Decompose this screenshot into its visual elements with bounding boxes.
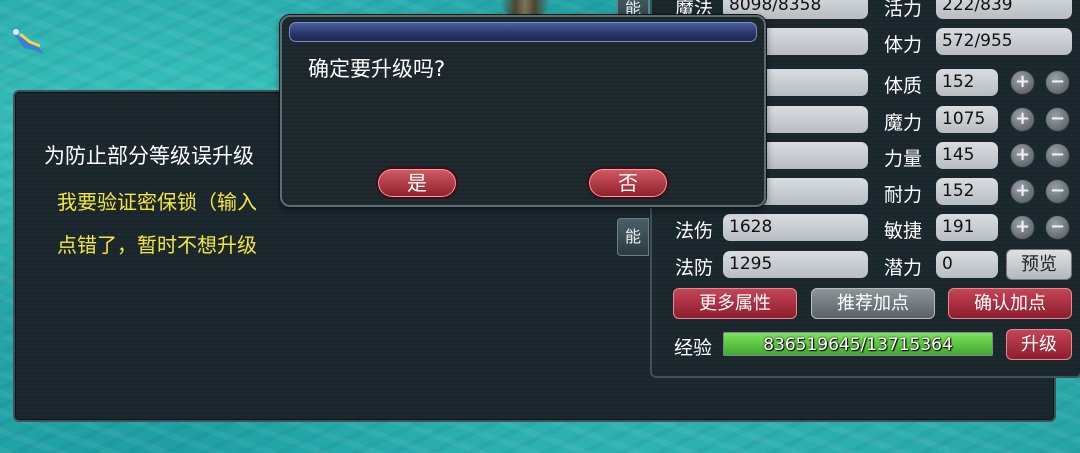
attr-label-vitality: 活力: [884, 0, 923, 20]
strength-plus-button[interactable]: +: [1010, 143, 1035, 168]
option-cancel-upgrade[interactable]: 点错了，暂时不想升级: [57, 229, 257, 258]
upgrade-warning-title: 为防止部分等级误升级: [44, 144, 254, 168]
attr-label-constitution: 体质: [884, 75, 923, 97]
exp-bar: 836519645/13715364: [723, 332, 993, 356]
attr-label-agility: 敏捷: [884, 220, 923, 242]
attr-value-strength: 145: [936, 142, 998, 169]
magic-plus-button[interactable]: +: [1010, 107, 1035, 132]
constitution-plus-button[interactable]: +: [1010, 70, 1035, 95]
modal-message: 确定要升级吗?: [308, 57, 446, 81]
attr-label-strength: 力量: [884, 148, 923, 170]
agility-minus-button[interactable]: −: [1045, 215, 1070, 240]
option-verify-lock[interactable]: 我要验证密保锁（输入: [57, 186, 257, 215]
exp-label: 经验: [674, 337, 713, 359]
attr-label-magic-damage: 法伤: [675, 220, 714, 242]
yes-button[interactable]: 是: [376, 167, 458, 199]
confirm-points-button[interactable]: 确认加点: [948, 288, 1072, 319]
confirm-upgrade-modal: 确定要升级吗? 是 否: [280, 15, 766, 207]
attr-value-magic-defense: 1295: [723, 251, 868, 278]
attr-label-magic: 魔力: [884, 112, 923, 134]
agility-plus-button[interactable]: +: [1010, 215, 1035, 240]
strength-minus-button[interactable]: −: [1045, 143, 1070, 168]
upgrade-button[interactable]: 升级: [1006, 329, 1072, 360]
endurance-plus-button[interactable]: +: [1010, 179, 1035, 204]
attr-label-magic-defense: 法防: [675, 257, 714, 279]
preview-button[interactable]: 预览: [1006, 249, 1072, 280]
attr-label-endurance: 耐力: [884, 184, 923, 206]
recommend-points-button[interactable]: 推荐加点: [811, 288, 935, 319]
attr-value-magic: 1075: [936, 106, 998, 133]
attr-value-vitality: 222/839: [936, 0, 1072, 19]
attr-value-constitution: 152: [936, 69, 998, 96]
attr-value-stamina: 572/955: [936, 28, 1072, 55]
exp-value: 836519645/13715364: [763, 335, 953, 355]
bird-icon[interactable]: [8, 20, 48, 60]
modal-title-bar: [289, 22, 757, 42]
attr-value-agility: 191: [936, 214, 998, 241]
endurance-minus-button[interactable]: −: [1045, 179, 1070, 204]
more-attributes-button[interactable]: 更多属性: [673, 288, 797, 319]
attr-value-endurance: 152: [936, 178, 998, 205]
magic-minus-button[interactable]: −: [1045, 107, 1070, 132]
side-tab-ability[interactable]: 能: [617, 218, 649, 256]
attr-label-stamina: 体力: [884, 34, 923, 56]
no-button[interactable]: 否: [587, 167, 669, 199]
attr-value-potential: 0: [936, 251, 998, 278]
attr-value-magic-damage: 1628: [723, 214, 868, 241]
constitution-minus-button[interactable]: −: [1045, 70, 1070, 95]
attr-label-potential: 潜力: [884, 257, 923, 279]
